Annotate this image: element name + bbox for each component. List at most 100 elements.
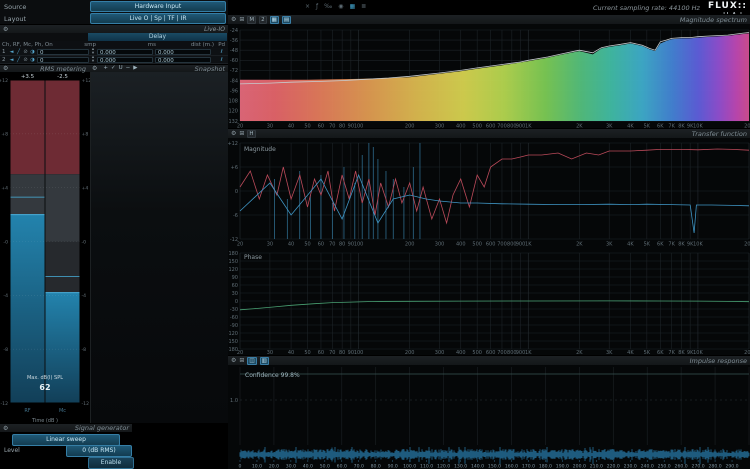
- svg-text:0: 0: [239, 464, 242, 469]
- svg-text:-12: -12: [82, 401, 90, 407]
- delay-col-pd: Pd: [214, 42, 228, 48]
- svg-text:+4: +4: [82, 185, 89, 191]
- snapshot-update-icon[interactable]: U: [119, 65, 123, 72]
- gear-icon[interactable]: ⚙: [3, 26, 8, 33]
- transfer-panel-header: ⚙ ⊞ H Transfer function: [228, 128, 750, 138]
- svg-text:160.0: 160.0: [505, 464, 518, 469]
- snapshot-add-icon[interactable]: +: [103, 65, 108, 72]
- delay-column-headers: Ch, RF, Mc, Ph, On smp ms dist (m.) Pd: [0, 41, 228, 48]
- display-mode-toggle-icon[interactable]: ▦: [270, 16, 279, 24]
- svg-text:150: 150: [228, 259, 238, 265]
- snapshot-confirm-icon[interactable]: ✓: [111, 65, 116, 72]
- stepper[interactable]: ▴▾: [89, 56, 97, 63]
- impulse-toggle-icon[interactable]: ◫: [247, 357, 256, 365]
- delay-ms-field[interactable]: 0.000: [97, 49, 153, 55]
- liveio-title: Live-IO: [204, 26, 225, 33]
- marker-button[interactable]: M: [247, 16, 256, 24]
- delay-row-2: 2 ◄ ╱ ⊘ ◑ 0 ▴▾ 0.000 0.000 ℓ: [0, 56, 228, 64]
- svg-text:-108: -108: [228, 99, 238, 105]
- svg-text:-120: -120: [228, 331, 238, 337]
- enable-button[interactable]: Enable: [88, 457, 134, 469]
- metering-header: ⚙ RMS metering: [0, 64, 89, 72]
- delay-distance-field[interactable]: 0.000: [155, 57, 211, 63]
- impulse-panel-title: Impulse response: [690, 357, 747, 365]
- speaker-icon[interactable]: ◄: [8, 49, 15, 55]
- gear-icon[interactable]: ⚙: [92, 65, 97, 72]
- edit-icon[interactable]: ╱: [15, 57, 22, 63]
- channel-count-button[interactable]: 2: [259, 16, 267, 24]
- stepper[interactable]: ▴▾: [89, 48, 97, 55]
- mute-icon[interactable]: ⊘: [22, 57, 29, 63]
- snapshot-header: ⚙ + ✓ U − ▶ Snapshot: [89, 64, 228, 72]
- svg-text:62: 62: [39, 383, 50, 392]
- delay-samples-field[interactable]: 0: [37, 49, 89, 55]
- impulse-waveform-strip[interactable]: 010.020.030.040.050.060.070.080.090.0100…: [228, 447, 750, 469]
- gear-icon[interactable]: ⚙: [3, 425, 8, 432]
- transfer-mode-button[interactable]: H: [247, 130, 255, 138]
- layout-select-button[interactable]: Live O | Sp | TF | IR: [90, 13, 226, 24]
- logo-flux: FLUX::: [708, 1, 747, 11]
- analyzer-app: Source Hardware Input Layout Live O | Sp…: [0, 0, 750, 469]
- impulse-toggle-icon[interactable]: ▥: [260, 357, 269, 365]
- svg-text:170.0: 170.0: [522, 464, 535, 469]
- level-value-button[interactable]: 0 (dB RMS): [66, 445, 132, 457]
- svg-text:+8: +8: [82, 132, 89, 138]
- gear-icon[interactable]: ⚙: [3, 65, 8, 72]
- mute-icon[interactable]: ⊘: [22, 49, 29, 55]
- svg-text:-90: -90: [230, 323, 238, 329]
- power-icon[interactable]: ◉: [338, 3, 343, 10]
- delay-samples-field[interactable]: 0: [37, 57, 89, 63]
- svg-text:80.0: 80.0: [371, 464, 381, 469]
- svg-text:-4: -4: [82, 293, 87, 299]
- sampling-rate-status: Current sampling rate: 44100 Hz: [593, 4, 700, 12]
- snapshot-remove-icon[interactable]: −: [126, 65, 131, 72]
- phase-icon[interactable]: ◑: [29, 49, 36, 55]
- svg-text:90: 90: [232, 275, 238, 281]
- snapshot-area[interactable]: [90, 72, 228, 423]
- transfer-phase-plot[interactable]: 1801501209060300-30-60-90-120-150-180203…: [228, 247, 750, 355]
- percent-icon[interactable]: ‰: [324, 3, 332, 10]
- expand-icon[interactable]: ⊞: [239, 357, 244, 364]
- svg-text:220.0: 220.0: [607, 464, 620, 469]
- phase-icon[interactable]: ◑: [29, 57, 36, 63]
- svg-text:-6: -6: [233, 213, 238, 219]
- svg-text:30.0: 30.0: [286, 464, 296, 469]
- close-icon[interactable]: ×: [305, 3, 310, 10]
- gear-icon[interactable]: ⚙: [231, 130, 236, 137]
- expand-icon[interactable]: ⊞: [239, 130, 244, 137]
- svg-text:Phase: Phase: [244, 254, 262, 261]
- expand-icon[interactable]: ⊞: [239, 16, 244, 23]
- transfer-magnitude-plot[interactable]: +12+60-6-1220304050607080901002003004005…: [228, 138, 750, 247]
- grid-view-icon[interactable]: ▦: [349, 3, 355, 10]
- svg-text:0: 0: [235, 299, 238, 305]
- row-option-icon[interactable]: ℓ: [217, 49, 226, 55]
- magnitude-spectrum-plot[interactable]: -24-36-48-60-72-84-96-108-120-1322030405…: [228, 24, 750, 128]
- delay-distance-field[interactable]: 0.000: [155, 49, 211, 55]
- snapshot-play-icon[interactable]: ▶: [133, 65, 137, 72]
- svg-text:180: 180: [228, 251, 238, 257]
- speaker-icon[interactable]: ◄: [8, 57, 15, 63]
- gear-icon[interactable]: ⚙: [231, 16, 236, 23]
- svg-text:60: 60: [232, 283, 238, 289]
- layout-label: Layout: [4, 15, 90, 23]
- edit-icon[interactable]: ╱: [15, 49, 22, 55]
- svg-text:0: 0: [235, 189, 238, 195]
- display-mode-toggle-icon[interactable]: ▤: [282, 16, 291, 24]
- function-icon[interactable]: ƒ: [316, 3, 318, 10]
- impulse-response-plot[interactable]: 1.0Confidence 99.8%: [228, 365, 750, 447]
- source-select-button[interactable]: Hardware Input: [90, 1, 226, 12]
- svg-text:Max. dB(I) SPL: Max. dB(I) SPL: [27, 375, 63, 381]
- row-option-icon[interactable]: ℓ: [217, 57, 226, 63]
- signal-generator-header: ⚙ Signal generator: [0, 423, 132, 432]
- stepper-down-icon[interactable]: ▾: [92, 60, 94, 63]
- svg-text:100.0: 100.0: [403, 464, 416, 469]
- signal-generator-title: Signal generator: [75, 424, 129, 432]
- svg-text:-60: -60: [230, 315, 238, 321]
- delay-ms-field[interactable]: 0.000: [97, 57, 153, 63]
- svg-text:120.0: 120.0: [437, 464, 450, 469]
- svg-text:50.0: 50.0: [320, 464, 330, 469]
- gear-icon[interactable]: ⚙: [231, 357, 236, 364]
- svg-text:-84: -84: [230, 78, 238, 84]
- svg-text:130.0: 130.0: [454, 464, 467, 469]
- menu-icon[interactable]: ≣: [361, 3, 366, 10]
